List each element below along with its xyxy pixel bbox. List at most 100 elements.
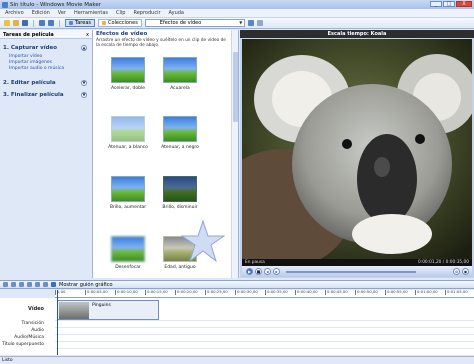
effect-thumbnail	[111, 116, 145, 142]
track-divider	[55, 341, 474, 342]
storyboard-icon[interactable]	[51, 282, 56, 287]
video-preview	[242, 39, 472, 259]
task-section-title[interactable]: 3. Finalizar película ▼	[3, 92, 92, 98]
title-bar: Sin título - Windows Movie Maker _ □ X	[0, 0, 474, 9]
effect-item[interactable]: Acuarela	[159, 57, 201, 91]
menu-bar: Archivo Edición Ver Herramientas Clip Re…	[0, 9, 474, 18]
play-timeline-icon[interactable]	[27, 282, 32, 287]
effect-item[interactable]: Brillo, aumentar	[107, 176, 149, 210]
toolbar-separator	[33, 19, 34, 27]
effect-item[interactable]: Atenuar, a blanco	[107, 116, 149, 150]
save-project-icon[interactable]	[22, 20, 28, 26]
show-storyboard-button[interactable]: Mostrar guión gráfico	[59, 282, 113, 288]
monitor-title: Escala tiempo: Koala	[240, 30, 474, 38]
effect-label: Brillo, aumentar	[109, 205, 147, 210]
undo-icon[interactable]	[39, 20, 45, 26]
track-divider	[55, 348, 474, 349]
ruler-tick: 0:00:15,00	[145, 289, 168, 295]
collections-button-label: Colecciones	[107, 20, 138, 26]
menu-clip[interactable]: Clip	[116, 10, 125, 16]
stop-button[interactable]: ■	[255, 268, 262, 275]
playback-controls: ▶ ■ ◂ ▸ ⊘ ◉	[242, 266, 472, 277]
maximize-button[interactable]: □	[443, 1, 455, 7]
narrate-icon[interactable]	[35, 282, 40, 287]
effect-label: Acuarela	[170, 86, 190, 91]
tasks-pane-title: Tareas de película	[3, 32, 54, 38]
collection-scrollbar[interactable]	[231, 30, 238, 278]
window-controls: _ □ X	[430, 1, 472, 7]
playhead[interactable]	[57, 290, 58, 355]
effect-item[interactable]: Acelerar, doble	[107, 57, 149, 91]
effect-label: Desenfocar	[115, 265, 141, 270]
effect-label: Acelerar, doble	[110, 86, 146, 91]
chevron-down-icon[interactable]: ▼	[81, 80, 87, 86]
tasks-button[interactable]: Tareas	[65, 19, 95, 27]
new-project-icon[interactable]	[4, 20, 10, 26]
import-audio-link[interactable]: Importar audio o música	[9, 66, 92, 72]
split-clip-button[interactable]: ⊘	[453, 268, 460, 275]
menu-reproducir[interactable]: Reproducir	[133, 10, 160, 16]
menu-ver[interactable]: Ver	[58, 10, 66, 16]
collections-button[interactable]: Colecciones	[97, 19, 142, 27]
minimize-button[interactable]: _	[430, 1, 442, 7]
tasks-button-label: Tareas	[75, 20, 91, 26]
chevron-down-icon[interactable]: ▼	[81, 92, 87, 98]
timeline-ruler[interactable]: 0,00 0:00:05,00 0:00:10,00 0:00:15,00 0:…	[55, 290, 474, 298]
track-label-video: Vídeo	[28, 306, 44, 312]
task-section-title[interactable]: 2. Editar película ▼	[3, 80, 92, 86]
scrollbar-thumb[interactable]	[233, 52, 238, 122]
seek-bar[interactable]	[286, 270, 416, 273]
previous-frame-button[interactable]: ◂	[264, 268, 271, 275]
clip-thumbnail	[59, 302, 89, 319]
chevron-down-icon: ▼	[239, 20, 243, 25]
track-label-audio-music: Audio/Música	[14, 335, 44, 340]
ruler-tick: 0:00:20,00	[175, 289, 198, 295]
audio-levels-icon[interactable]	[43, 282, 48, 287]
close-button[interactable]: X	[456, 1, 472, 7]
open-project-icon[interactable]	[13, 20, 19, 26]
ruler-tick: 0:00:30,00	[235, 289, 258, 295]
effects-collection-pane: Efectos de vídeo Arrastre un efecto de v…	[93, 30, 239, 278]
close-tasks-pane-button[interactable]: x	[86, 32, 89, 38]
effect-item[interactable]: Desenfocar	[107, 236, 149, 270]
zoom-out-icon[interactable]	[11, 282, 16, 287]
effect-label: Atenuar, a blanco	[108, 145, 148, 150]
effect-thumbnail	[111, 57, 145, 83]
next-frame-button[interactable]: ▸	[273, 268, 280, 275]
toolbar: Tareas Colecciones Efectos de vídeo ▼	[0, 18, 474, 29]
menu-herramientas[interactable]: Herramientas	[74, 10, 108, 16]
effect-thumbnail	[163, 116, 197, 142]
track-divider	[55, 320, 474, 321]
view-options-icon[interactable]	[256, 20, 263, 26]
redo-icon[interactable]	[48, 20, 54, 26]
take-picture-button[interactable]: ◉	[462, 268, 469, 275]
effect-thumbnail	[111, 236, 145, 262]
up-folder-icon[interactable]	[247, 20, 254, 26]
video-clip[interactable]: Pinguins	[57, 300, 159, 320]
collection-title: Efectos de vídeo	[96, 31, 148, 37]
ruler-tick: 0:00:55,00	[385, 289, 408, 295]
playback-time: 0:00:01,20 / 0:00:35,00	[418, 260, 469, 265]
dragged-star-icon	[181, 219, 225, 263]
ruler-tick: 0:01:05,00	[445, 289, 468, 295]
rewind-icon[interactable]	[19, 282, 24, 287]
tasks-pane: Tareas de película x 1. Capturar vídeo ▲…	[0, 30, 93, 278]
menu-ayuda[interactable]: Ayuda	[169, 10, 184, 16]
timeline-toolbar: Mostrar guión gráfico	[0, 280, 474, 289]
ruler-tick: 0:00:40,00	[295, 289, 318, 295]
effect-label: Brillo, disminuir	[162, 205, 198, 210]
ruler-tick: 0:00:10,00	[115, 289, 138, 295]
menu-edicion[interactable]: Edición	[32, 10, 50, 16]
play-button[interactable]: ▶	[246, 268, 253, 275]
ruler-tick: 0:00:05,00	[85, 289, 108, 295]
effect-item[interactable]: Brillo, disminuir	[159, 176, 201, 210]
tasks-pane-header: Tareas de película x	[0, 30, 92, 39]
ruler-tick: 0:00:35,00	[265, 289, 288, 295]
track-divider	[55, 327, 474, 328]
monitor-status-bar: En pausa 0:00:01,20 / 0:00:35,00	[242, 259, 472, 266]
menu-archivo[interactable]: Archivo	[5, 10, 24, 16]
chevron-up-icon[interactable]: ▲	[81, 45, 87, 51]
collection-select[interactable]: Efectos de vídeo ▼	[144, 19, 245, 27]
effect-item[interactable]: Atenuar, a negro	[159, 116, 201, 150]
zoom-in-icon[interactable]	[3, 282, 8, 287]
